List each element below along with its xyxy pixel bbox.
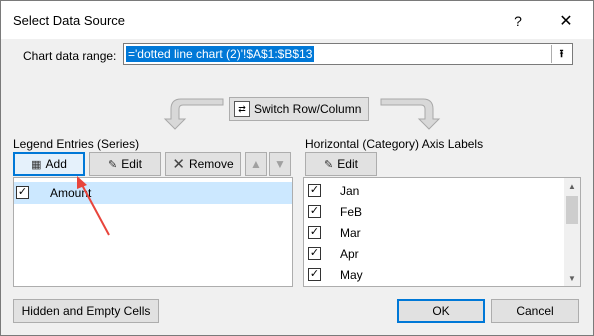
collapse-dialog-button[interactable]: ⭱ [551,45,571,63]
help-button[interactable]: ? [501,7,535,35]
dialog-title: Select Data Source [13,13,126,28]
edit-pencil-icon: ✎ [108,158,118,171]
switch-row-column-icon: ⇄ [234,101,250,117]
add-table-icon: ▦ [31,158,42,171]
annotation-arrow-icon [77,176,110,236]
category-checkbox[interactable]: ✓ [308,268,321,281]
series-list[interactable]: ✓ Amount [13,177,293,287]
series-item[interactable]: ✓ Amount [14,182,292,204]
move-down-icon: ▼ [274,157,286,171]
move-up-button[interactable]: ▲ [245,152,267,176]
category-label: Mar [340,226,361,240]
category-item[interactable]: ✓ May [304,264,564,285]
category-checkbox[interactable]: ✓ [308,205,321,218]
move-up-icon: ▲ [250,157,262,171]
legend-entries-label: Legend Entries (Series) [13,137,140,151]
switch-left-arrow-icon [163,98,224,130]
title-bar: Select Data Source ? ✕ [1,1,593,39]
category-checkbox[interactable]: ✓ [308,184,321,197]
category-checkbox[interactable]: ✓ [308,247,321,260]
category-label: FeB [340,205,363,219]
edit-series-label: Edit [121,157,142,171]
edit-axis-labels-label: Edit [337,157,358,171]
remove-x-icon: ✕ [172,156,185,173]
category-item[interactable]: ✓ Jan [304,180,564,201]
switch-row-column-label: Switch Row/Column [254,102,362,116]
edit-axis-pencil-icon: ✎ [324,158,334,171]
category-item[interactable]: ✓ Apr [304,243,564,264]
category-label: May [340,268,363,282]
switch-right-arrow-icon [380,98,441,130]
category-item[interactable]: ✓ FeB [304,201,564,222]
ok-button[interactable]: OK [397,299,485,323]
scroll-thumb[interactable] [566,196,578,224]
category-item[interactable]: ✓ Mar [304,222,564,243]
select-data-source-dialog: Select Data Source ? ✕ Chart data range:… [0,0,594,336]
hidden-empty-cells-button[interactable]: Hidden and Empty Cells [13,299,159,323]
category-label: Jan [340,184,360,198]
close-button[interactable]: ✕ [549,7,583,35]
remove-series-label: Remove [188,157,234,171]
collapse-icon: ⭱ [559,47,564,60]
switch-row-column-button[interactable]: ⇄ Switch Row/Column [229,97,369,121]
axis-labels-label: Horizontal (Category) Axis Labels [305,137,484,151]
category-checkbox[interactable]: ✓ [308,226,321,239]
remove-series-button[interactable]: ✕ Remove [165,152,241,176]
category-scrollbar[interactable]: ▲ ▼ [564,178,580,286]
edit-axis-labels-button[interactable]: ✎ Edit [305,152,377,176]
add-series-label: Add [45,157,67,171]
scroll-down-button[interactable]: ▼ [564,270,580,286]
category-list[interactable]: ✓ Jan ✓ FeB ✓ Mar ✓ Apr ✓ May ▲ ▼ [303,177,581,287]
chart-data-range-label: Chart data range: [23,49,117,63]
scroll-up-button[interactable]: ▲ [564,178,580,194]
series-checkbox[interactable]: ✓ [16,186,29,199]
category-label: Apr [340,247,359,261]
cancel-button[interactable]: Cancel [491,299,579,323]
chart-data-range-value: ='dotted line chart (2)'!$A$1:$B$13 [126,46,315,62]
chart-data-range-input[interactable]: ='dotted line chart (2)'!$A$1:$B$13 ⭱ [123,43,573,65]
move-down-button[interactable]: ▼ [269,152,291,176]
